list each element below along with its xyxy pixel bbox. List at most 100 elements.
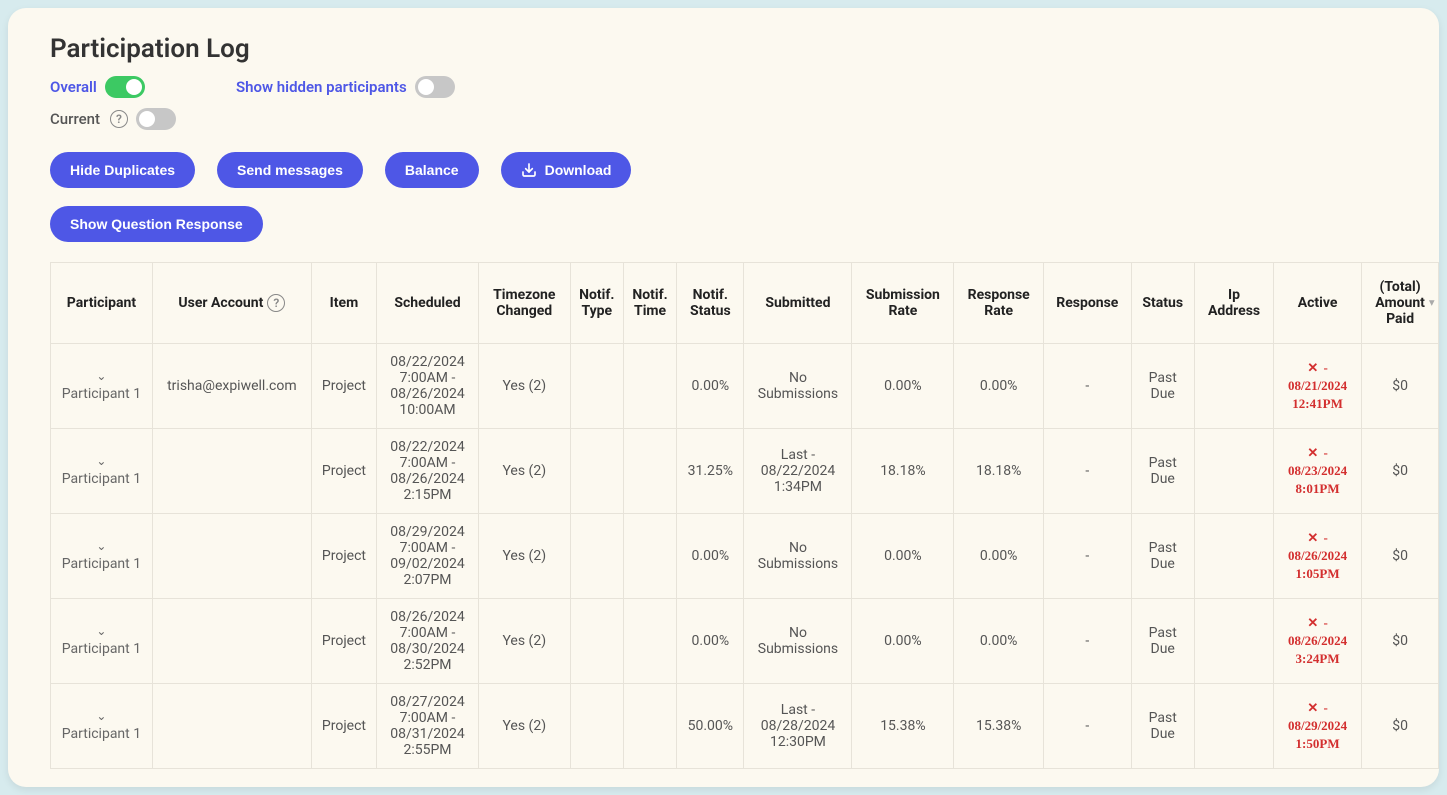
column-header[interactable]: (Total) Amount Paid▾: [1361, 263, 1438, 344]
submitted-cell: Last - 08/22/2024 1:34PM: [744, 429, 852, 514]
column-header[interactable]: Scheduled: [377, 263, 479, 344]
show-hidden-toggle[interactable]: [415, 76, 455, 98]
ip-address-cell: [1194, 599, 1273, 684]
column-header[interactable]: Submission Rate: [852, 263, 954, 344]
response-rate-cell: 0.00%: [954, 599, 1044, 684]
notif-status-cell: 0.00%: [677, 344, 744, 429]
download-button[interactable]: Download: [501, 152, 632, 188]
chevron-down-icon: ⌄: [59, 625, 144, 637]
table-header-row: ParticipantUser Account?ItemScheduledTim…: [51, 263, 1440, 344]
item-cell: Project: [311, 344, 376, 429]
submission-rate-cell: 18.18%: [852, 429, 954, 514]
x-icon: ✕: [1307, 530, 1318, 545]
notif-time-cell: [623, 429, 676, 514]
item-cell: Project: [311, 514, 376, 599]
column-header[interactable]: Notif. Status: [677, 263, 744, 344]
user-account-cell: [152, 429, 311, 514]
scheduled-cell: 08/22/2024 7:00AM - 08/26/2024 10:00AM: [377, 344, 479, 429]
active-cell: ✕ - 08/29/2024 1:50PM: [1274, 684, 1362, 769]
page-title: Participation Log: [50, 34, 1397, 64]
timezone-changed-cell: Yes (2): [478, 429, 570, 514]
column-header[interactable]: Notif. Time: [623, 263, 676, 344]
amount-paid-cell: $0: [1361, 599, 1438, 684]
toggle-row: Overall Current ? Show hidden participan…: [50, 76, 1397, 130]
user-account-cell: trisha@expiwell.com: [152, 344, 311, 429]
amount-paid-cell: $0: [1361, 684, 1438, 769]
participant-cell[interactable]: ⌄ Participant 1: [51, 599, 153, 684]
active-timestamp: 08/26/2024 3:24PM: [1288, 633, 1347, 666]
chevron-down-icon: ⌄: [59, 455, 144, 467]
button-row-2: Show Question Response: [50, 206, 1397, 242]
notif-time-cell: [623, 599, 676, 684]
response-rate-cell: 0.00%: [954, 344, 1044, 429]
table-scroll-container[interactable]: ParticipantUser Account?ItemScheduledTim…: [8, 262, 1439, 777]
active-timestamp: 08/23/2024 8:01PM: [1288, 463, 1347, 496]
status-cell: Past Due: [1131, 599, 1194, 684]
participant-name: Participant 1: [62, 726, 141, 742]
show-hidden-label: Show hidden participants: [236, 78, 407, 96]
submission-rate-cell: 0.00%: [852, 599, 954, 684]
participant-cell[interactable]: ⌄Participant 1: [51, 429, 153, 514]
notif-type-cell: [570, 514, 623, 599]
status-cell: Past Due: [1131, 344, 1194, 429]
status-cell: Past Due: [1131, 684, 1194, 769]
response-cell: -: [1044, 599, 1132, 684]
notif-status-cell: 31.25%: [677, 429, 744, 514]
overall-toggle[interactable]: [105, 76, 145, 98]
show-hidden-toggle-group: Show hidden participants: [236, 76, 455, 98]
column-header[interactable]: User Account?: [152, 263, 311, 344]
button-row-1: Hide Duplicates Send messages Balance Do…: [50, 152, 1397, 188]
column-header[interactable]: Active: [1274, 263, 1362, 344]
chevron-down-icon: ⌄: [59, 370, 144, 382]
current-toggle-group: Current ?: [50, 108, 176, 130]
column-header[interactable]: Participant: [51, 263, 153, 344]
column-header[interactable]: Notif. Type: [570, 263, 623, 344]
chevron-down-icon: ⌄: [59, 540, 144, 552]
send-messages-button[interactable]: Send messages: [217, 152, 363, 188]
column-header[interactable]: Item: [311, 263, 376, 344]
active-timestamp: 08/21/2024 12:41PM: [1288, 378, 1347, 411]
status-cell: Past Due: [1131, 514, 1194, 599]
active-cell: ✕ - 08/23/2024 8:01PM: [1274, 429, 1362, 514]
notif-type-cell: [570, 429, 623, 514]
user-account-cell: [152, 514, 311, 599]
column-header[interactable]: Response Rate: [954, 263, 1044, 344]
show-question-response-button[interactable]: Show Question Response: [50, 206, 263, 242]
table-row: ⌄Participant 1Project08/26/2024 7:00AM -…: [51, 599, 1440, 684]
balance-button[interactable]: Balance: [385, 152, 479, 188]
timezone-changed-cell: Yes (2): [478, 599, 570, 684]
column-header[interactable]: Ip Address: [1194, 263, 1273, 344]
x-icon: ✕: [1307, 700, 1318, 715]
current-help-icon[interactable]: ?: [110, 110, 128, 128]
participant-cell[interactable]: ⌄Participant 1: [51, 514, 153, 599]
column-header[interactable]: Submitted: [744, 263, 852, 344]
current-label: Current: [50, 110, 100, 128]
participant-name: Participant 1: [62, 641, 141, 657]
notif-time-cell: [623, 344, 676, 429]
notif-status-cell: 0.00%: [677, 514, 744, 599]
response-cell: -: [1044, 344, 1132, 429]
submitted-cell: No Submissions: [744, 599, 852, 684]
column-header[interactable]: Response: [1044, 263, 1132, 344]
ip-address-cell: [1194, 344, 1273, 429]
hide-duplicates-button[interactable]: Hide Duplicates: [50, 152, 195, 188]
user-account-cell: [152, 599, 311, 684]
current-toggle[interactable]: [136, 108, 176, 130]
notif-time-cell: [623, 514, 676, 599]
user-account-help-icon[interactable]: ?: [267, 294, 285, 312]
table-row: ⌄Participant 1 Project08/29/2024 7:00AM -…: [51, 514, 1440, 599]
column-header[interactable]: Status: [1131, 263, 1194, 344]
table-row: ⌄Participant 1Project08/22/2024 7:00AM -…: [51, 429, 1440, 514]
ip-address-cell: [1194, 514, 1273, 599]
participant-cell[interactable]: ⌄Participant 1: [51, 684, 153, 769]
active-cell: ✕ - 08/21/2024 12:41PM: [1274, 344, 1362, 429]
participant-cell[interactable]: ⌄Participant 1: [51, 344, 153, 429]
scheduled-cell: 08/29/2024 7:00AM - 09/02/2024 2:07PM: [377, 514, 479, 599]
column-header[interactable]: Timezone Changed: [478, 263, 570, 344]
submitted-cell: No Submissions: [744, 344, 852, 429]
item-cell: Project: [311, 599, 376, 684]
participation-log-panel: Participation Log Overall Current ? Show…: [8, 8, 1439, 787]
notif-type-cell: [570, 684, 623, 769]
submitted-cell: No Submissions: [744, 514, 852, 599]
notif-type-cell: [570, 344, 623, 429]
